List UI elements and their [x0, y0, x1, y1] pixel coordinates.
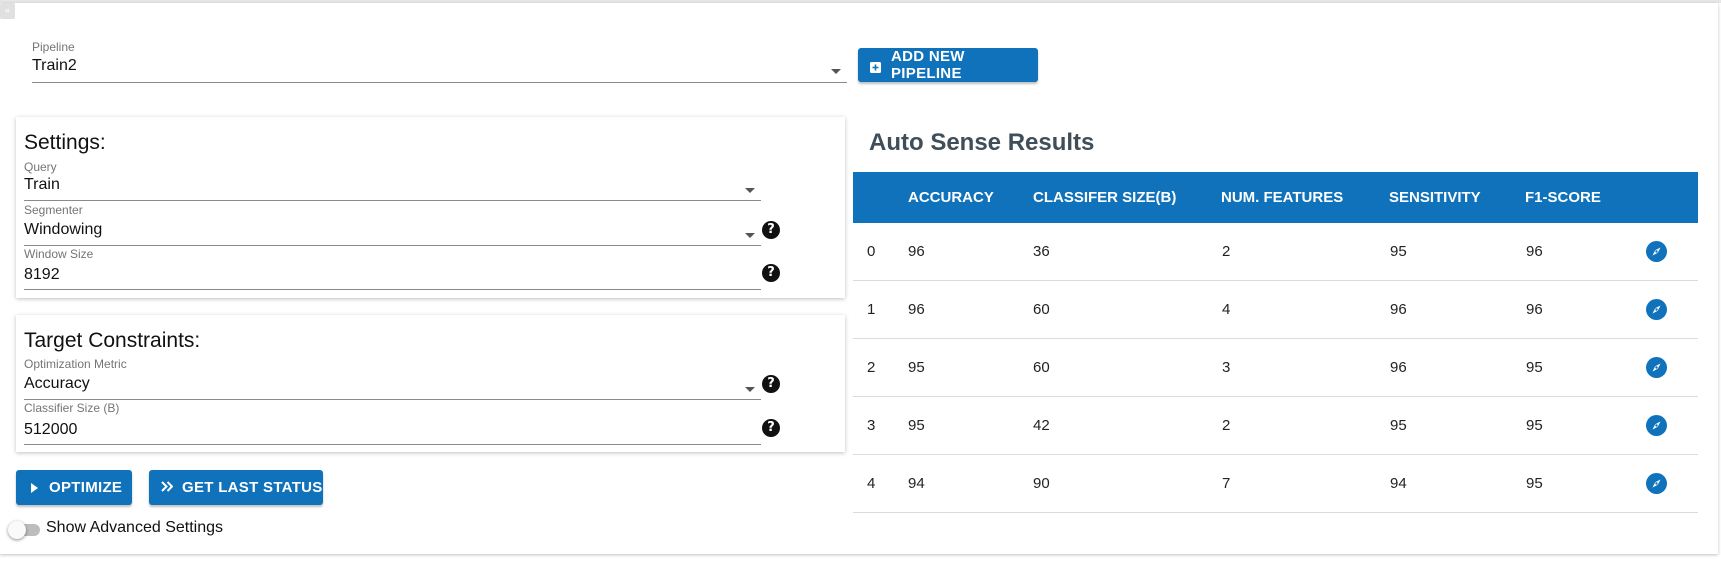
help-icon[interactable]: ?: [762, 375, 780, 393]
query-select[interactable]: Query Train: [24, 160, 761, 202]
add-pipeline-label: ADD NEW PIPELINE: [891, 48, 965, 82]
accuracy-cell: 95: [908, 359, 925, 376]
play-icon: [31, 482, 38, 493]
features-cell: 2: [1222, 417, 1231, 434]
get-last-status-button[interactable]: GET LAST STATUS: [149, 470, 323, 505]
chevron-down-icon: [745, 233, 755, 238]
double-chevron-right-icon: [161, 479, 174, 496]
features-cell: 4: [1222, 301, 1231, 318]
accuracy-cell: 95: [908, 417, 925, 434]
table-row: 2 95 60 3 96 95: [853, 339, 1698, 397]
metric-label: Optimization Metric: [24, 357, 127, 371]
classifier-size-value: 512000: [24, 421, 78, 438]
column-header-accuracy[interactable]: ACCURACY: [908, 172, 994, 223]
chevron-down-icon: [831, 69, 841, 74]
accuracy-cell: 96: [908, 243, 925, 260]
advanced-settings-label: Show Advanced Settings: [46, 519, 224, 536]
settings-title: Settings:: [24, 131, 106, 154]
compass-icon[interactable]: [1646, 299, 1667, 320]
size-cell: 60: [1033, 301, 1050, 318]
window-size-label: Window Size: [24, 247, 94, 261]
sensitivity-cell: 96: [1390, 359, 1407, 376]
features-cell: 3: [1222, 359, 1231, 376]
table-row: 3 95 42 2 95 95: [853, 397, 1698, 455]
query-label: Query: [24, 160, 57, 174]
chevron-down-icon: [745, 188, 755, 193]
table-row: 0 96 36 2 95 96: [853, 223, 1698, 281]
row-index: 3: [867, 417, 876, 434]
sensitivity-cell: 96: [1390, 301, 1407, 318]
f1-cell: 95: [1526, 359, 1543, 376]
classifier-size-field[interactable]: Classifier Size (B) 512000: [24, 401, 761, 446]
collapse-icon[interactable]: «: [0, 3, 15, 19]
segmenter-value: Windowing: [24, 221, 103, 238]
metric-value: Accuracy: [24, 375, 90, 392]
column-header-classifier-size[interactable]: CLASSIFER SIZE(B): [1033, 172, 1176, 223]
sensitivity-cell: 95: [1390, 243, 1407, 260]
sensitivity-cell: 94: [1390, 475, 1407, 492]
segmenter-underline: [24, 245, 761, 246]
row-index: 0: [867, 243, 876, 260]
column-header-num-features[interactable]: NUM. FEATURES: [1221, 172, 1343, 223]
classifier-size-underline: [24, 444, 761, 445]
segmenter-select[interactable]: Segmenter Windowing: [24, 203, 761, 247]
row-index: 1: [867, 301, 876, 318]
window-size-underline: [24, 289, 761, 290]
classifier-size-label: Classifier Size (B): [24, 401, 120, 415]
size-cell: 42: [1033, 417, 1050, 434]
metric-underline: [24, 399, 761, 400]
table-row: 1 96 60 4 96 96: [853, 281, 1698, 339]
accuracy-cell: 96: [908, 301, 925, 318]
help-icon[interactable]: ?: [762, 264, 780, 282]
features-cell: 2: [1222, 243, 1231, 260]
pipeline-value: Train2: [32, 57, 77, 74]
results-table-header: ACCURACY CLASSIFER SIZE(B) NUM. FEATURES…: [853, 172, 1698, 223]
column-header-f1-score[interactable]: F1-SCORE: [1525, 172, 1601, 223]
window-size-value: 8192: [24, 266, 60, 283]
f1-cell: 95: [1526, 417, 1543, 434]
add-pipeline-button[interactable]: ADD NEW PIPELINE: [858, 48, 1038, 82]
f1-cell: 95: [1526, 475, 1543, 492]
size-cell: 90: [1033, 475, 1050, 492]
advanced-settings-toggle[interactable]: [8, 519, 48, 539]
row-index: 4: [867, 475, 876, 492]
compass-icon[interactable]: [1646, 357, 1667, 378]
help-icon[interactable]: ?: [762, 419, 780, 437]
results-title: Auto Sense Results: [869, 129, 1095, 156]
toggle-knob: [8, 521, 26, 539]
query-value: Train: [24, 176, 60, 193]
segmenter-label: Segmenter: [24, 203, 83, 217]
table-row: 4 94 90 7 94 95: [853, 455, 1698, 513]
size-cell: 36: [1033, 243, 1050, 260]
accuracy-cell: 94: [908, 475, 925, 492]
optimize-label: OPTIMIZE: [49, 479, 123, 496]
compass-icon[interactable]: [1646, 415, 1667, 436]
chevron-down-icon: [745, 387, 755, 392]
plus-square-icon: [870, 60, 881, 73]
constraints-title: Target Constraints:: [24, 329, 201, 352]
window-size-field[interactable]: Window Size 8192: [24, 247, 761, 291]
pipeline-underline: [32, 82, 847, 83]
query-underline: [24, 200, 761, 201]
column-header-sensitivity[interactable]: SENSITIVITY: [1389, 172, 1481, 223]
metric-select[interactable]: Optimization Metric Accuracy: [24, 357, 761, 401]
last-status-label: GET LAST STATUS: [182, 479, 323, 496]
pipeline-label: Pipeline: [32, 40, 75, 54]
compass-icon[interactable]: [1646, 473, 1667, 494]
compass-icon[interactable]: [1646, 241, 1667, 262]
size-cell: 60: [1033, 359, 1050, 376]
sensitivity-cell: 95: [1390, 417, 1407, 434]
optimize-button[interactable]: OPTIMIZE: [16, 470, 132, 505]
features-cell: 7: [1222, 475, 1231, 492]
pipeline-select[interactable]: Pipeline Train2: [32, 40, 847, 84]
f1-cell: 96: [1526, 243, 1543, 260]
help-icon[interactable]: ?: [762, 221, 780, 239]
row-index: 2: [867, 359, 876, 376]
f1-cell: 96: [1526, 301, 1543, 318]
